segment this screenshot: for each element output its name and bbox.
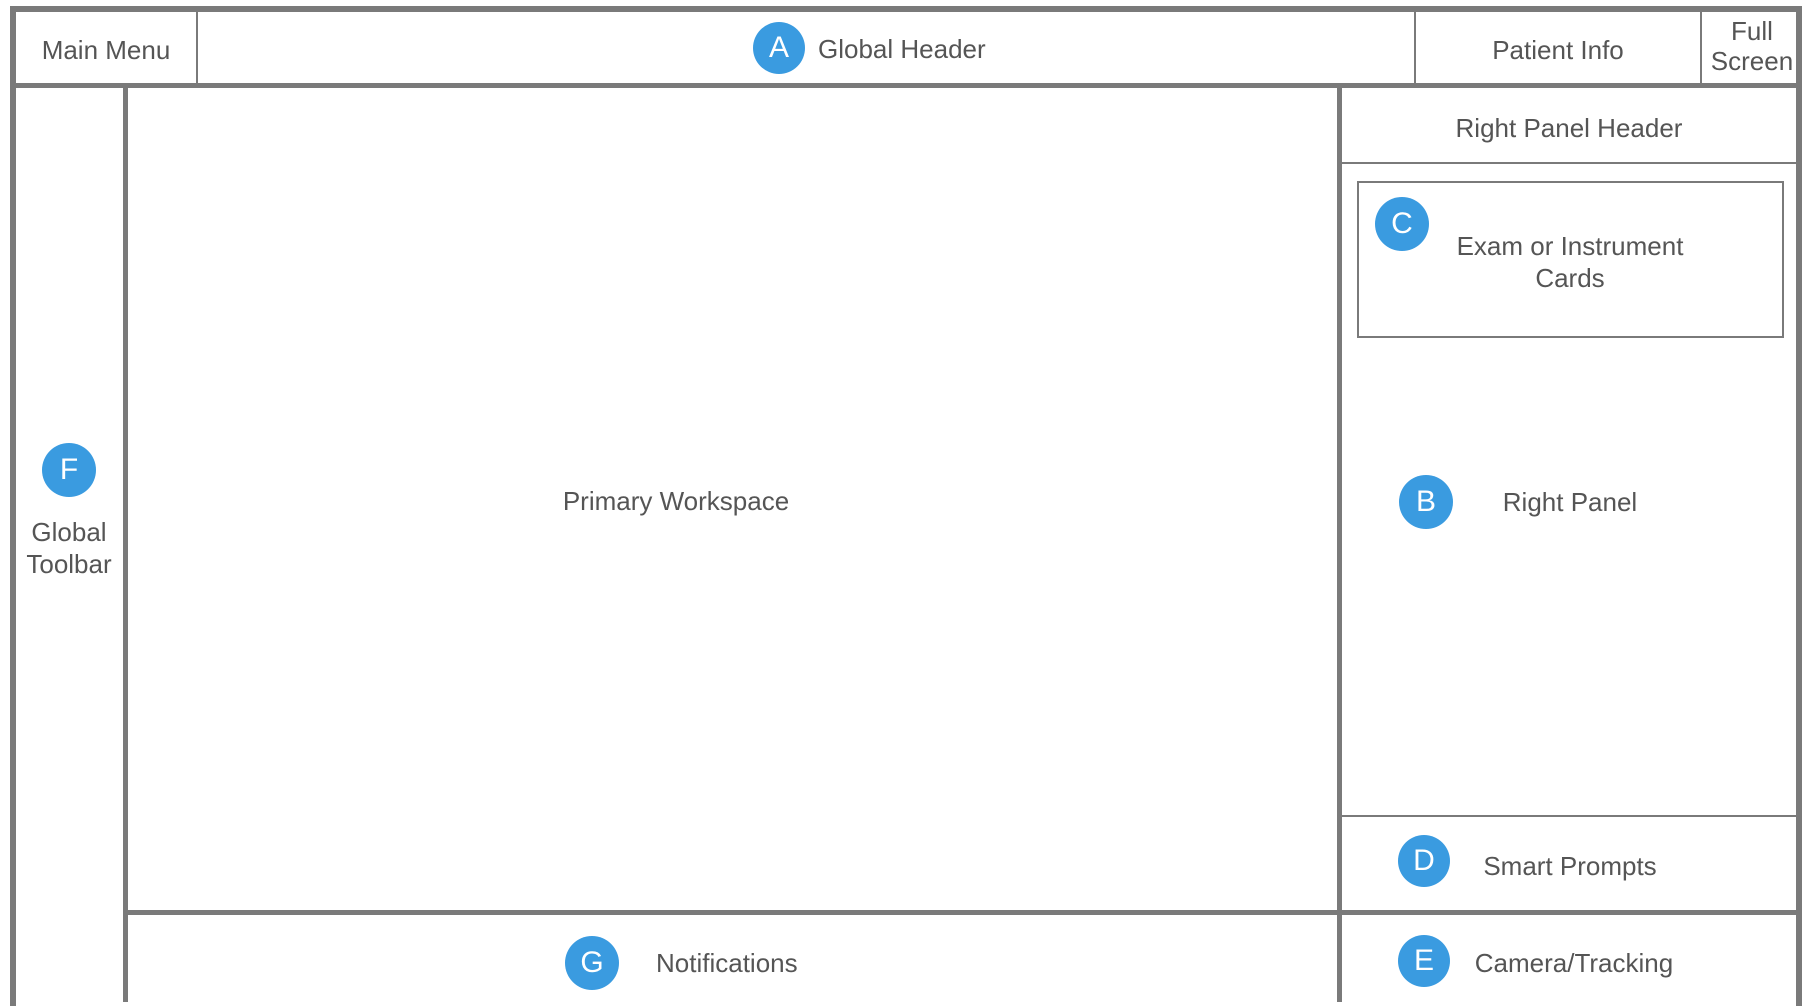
camera-tracking-label[interactable]: Camera/Tracking	[1464, 947, 1684, 979]
exam-card-line1: Exam or Instrument	[1456, 231, 1684, 261]
badge-f: F	[42, 443, 96, 497]
header-divider-menu	[196, 10, 198, 86]
global-toolbar-divider	[123, 86, 128, 1002]
global-header-label: Global Header	[818, 34, 986, 64]
global-toolbar-line2: Toolbar	[26, 549, 112, 579]
right-panel-label: Right Panel	[1502, 487, 1638, 517]
exam-instrument-card-label: Exam or Instrument Cards	[1430, 230, 1710, 294]
global-toolbar-line1: Global	[31, 517, 107, 547]
notifications-label[interactable]: Notifications	[656, 947, 798, 979]
exam-card-line2: Cards	[1535, 263, 1605, 293]
bottom-section-divider	[128, 910, 1796, 915]
badge-g: G	[565, 936, 619, 990]
badge-a: A	[753, 22, 805, 74]
badge-e: E	[1398, 935, 1450, 987]
badge-d: D	[1398, 835, 1450, 887]
primary-workspace-label: Primary Workspace	[562, 486, 790, 516]
badge-c: C	[1375, 197, 1429, 251]
full-screen-line2: Screen	[1710, 46, 1794, 76]
full-screen-button[interactable]: Full Screen	[1702, 16, 1802, 76]
right-panel-divider	[1337, 86, 1342, 1002]
main-menu-label[interactable]: Main Menu	[18, 34, 194, 66]
patient-info-label[interactable]: Patient Info	[1416, 34, 1700, 66]
badge-b: B	[1399, 475, 1453, 529]
right-panel-header-label: Right Panel Header	[1455, 113, 1683, 143]
full-screen-line1: Full	[1731, 16, 1773, 46]
right-panel-header-divider	[1342, 162, 1798, 164]
global-toolbar-label: Global Toolbar	[16, 516, 122, 580]
smart-prompts-label[interactable]: Smart Prompts	[1470, 850, 1670, 882]
smart-prompts-divider	[1342, 815, 1798, 817]
